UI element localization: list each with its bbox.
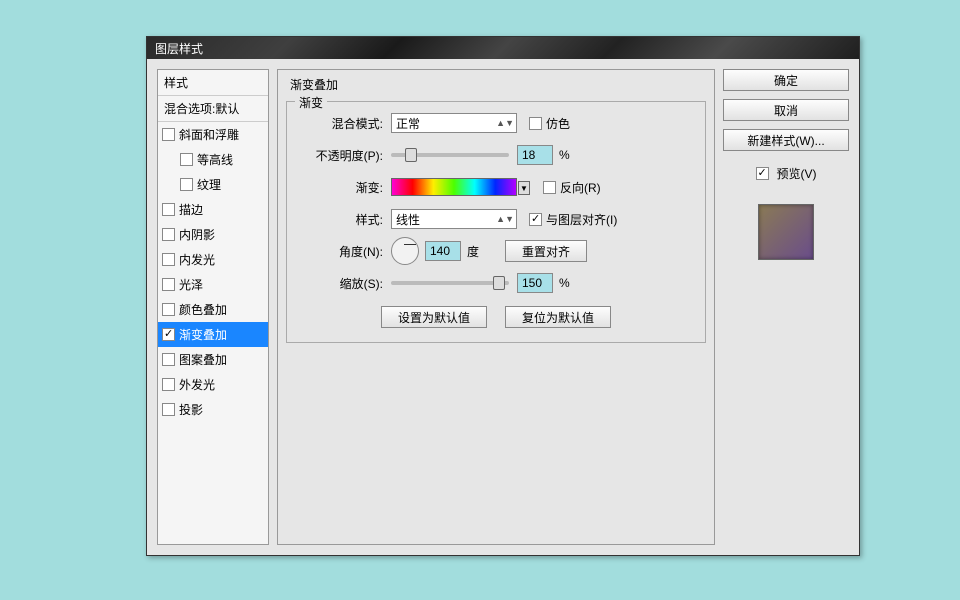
style-item-8[interactable]: 渐变叠加 [158,322,268,347]
gradient-picker[interactable]: ▼ [391,178,517,196]
cancel-button[interactable]: 取消 [723,99,849,121]
align-checkbox[interactable] [529,213,542,226]
style-list-header-1[interactable]: 样式 [158,70,268,96]
select-arrows-icon: ▲▼ [496,215,514,223]
right-panel: 确定 取消 新建样式(W)... 预览(V) [723,69,849,545]
style-item-4[interactable]: 内阴影 [158,222,268,247]
style-checkbox[interactable] [162,328,175,341]
style-checkbox[interactable] [162,128,175,141]
style-item-label: 光泽 [179,276,203,293]
style-list: 样式 混合选项:默认 斜面和浮雕等高线纹理描边内阴影内发光光泽颜色叠加渐变叠加图… [157,69,269,545]
style-item-label: 图案叠加 [179,351,227,368]
style-item-9[interactable]: 图案叠加 [158,347,268,372]
angle-label: 角度(N): [299,243,391,260]
dither-checkbox[interactable] [529,117,542,130]
settings-panel: 渐变叠加 渐变 混合模式: 正常 ▲▼ 仿色 不透明度(P): 18 % [277,69,715,545]
opacity-slider[interactable] [391,153,509,157]
style-list-header-2[interactable]: 混合选项:默认 [158,96,268,122]
style-item-label: 描边 [179,201,203,218]
style-checkbox[interactable] [180,153,193,166]
style-checkbox[interactable] [162,403,175,416]
style-checkbox[interactable] [162,378,175,391]
style-item-label: 内阴影 [179,226,215,243]
blend-mode-select[interactable]: 正常 ▲▼ [391,113,517,133]
dialog-content: 样式 混合选项:默认 斜面和浮雕等高线纹理描边内阴影内发光光泽颜色叠加渐变叠加图… [147,59,859,555]
style-item-0[interactable]: 斜面和浮雕 [158,122,268,147]
gradient-fieldset: 渐变 混合模式: 正常 ▲▼ 仿色 不透明度(P): 18 % [286,101,706,343]
select-arrows-icon: ▲▼ [496,119,514,127]
layer-style-dialog: 图层样式 样式 混合选项:默认 斜面和浮雕等高线纹理描边内阴影内发光光泽颜色叠加… [146,36,860,556]
style-checkbox[interactable] [162,253,175,266]
angle-dial[interactable] [391,237,419,265]
titlebar[interactable]: 图层样式 [147,37,859,59]
dither-label: 仿色 [546,115,570,132]
preview-swatch [758,204,814,260]
style-item-3[interactable]: 描边 [158,197,268,222]
reset-default-button[interactable]: 复位为默认值 [505,306,611,328]
style-checkbox[interactable] [162,303,175,316]
preview-label: 预览(V) [777,165,817,182]
style-item-label: 颜色叠加 [179,301,227,318]
set-default-button[interactable]: 设置为默认值 [381,306,487,328]
window-title: 图层样式 [155,40,203,57]
style-item-label: 投影 [179,401,203,418]
style-item-label: 内发光 [179,251,215,268]
scale-slider[interactable] [391,281,509,285]
reverse-checkbox[interactable] [543,181,556,194]
style-item-1[interactable]: 等高线 [158,147,268,172]
angle-input[interactable]: 140 [425,241,461,261]
angle-unit: 度 [467,243,479,260]
style-select[interactable]: 线性 ▲▼ [391,209,517,229]
preview-checkbox[interactable] [756,167,769,180]
style-checkbox[interactable] [180,178,193,191]
reverse-label: 反向(R) [560,179,601,196]
fieldset-legend: 渐变 [295,94,327,111]
scale-input[interactable]: 150 [517,273,553,293]
ok-button[interactable]: 确定 [723,69,849,91]
style-item-label: 等高线 [197,151,233,168]
style-item-11[interactable]: 投影 [158,397,268,422]
gradient-label: 渐变: [299,179,391,196]
blend-mode-label: 混合模式: [299,115,391,132]
style-item-label: 外发光 [179,376,215,393]
scale-label: 缩放(S): [299,275,391,292]
style-item-label: 纹理 [197,176,221,193]
reset-align-button[interactable]: 重置对齐 [505,240,587,262]
style-item-10[interactable]: 外发光 [158,372,268,397]
percent-unit: % [559,148,570,162]
style-checkbox[interactable] [162,203,175,216]
opacity-input[interactable]: 18 [517,145,553,165]
style-item-label: 渐变叠加 [179,326,227,343]
style-item-6[interactable]: 光泽 [158,272,268,297]
style-label: 样式: [299,211,391,228]
style-checkbox[interactable] [162,278,175,291]
align-label: 与图层对齐(I) [546,211,617,228]
panel-title: 渐变叠加 [290,76,710,93]
gradient-dropdown-icon[interactable]: ▼ [518,181,530,195]
style-item-2[interactable]: 纹理 [158,172,268,197]
opacity-label: 不透明度(P): [299,147,391,164]
style-item-label: 斜面和浮雕 [179,126,239,143]
percent-unit-2: % [559,276,570,290]
style-checkbox[interactable] [162,353,175,366]
style-item-5[interactable]: 内发光 [158,247,268,272]
new-style-button[interactable]: 新建样式(W)... [723,129,849,151]
style-checkbox[interactable] [162,228,175,241]
style-item-7[interactable]: 颜色叠加 [158,297,268,322]
